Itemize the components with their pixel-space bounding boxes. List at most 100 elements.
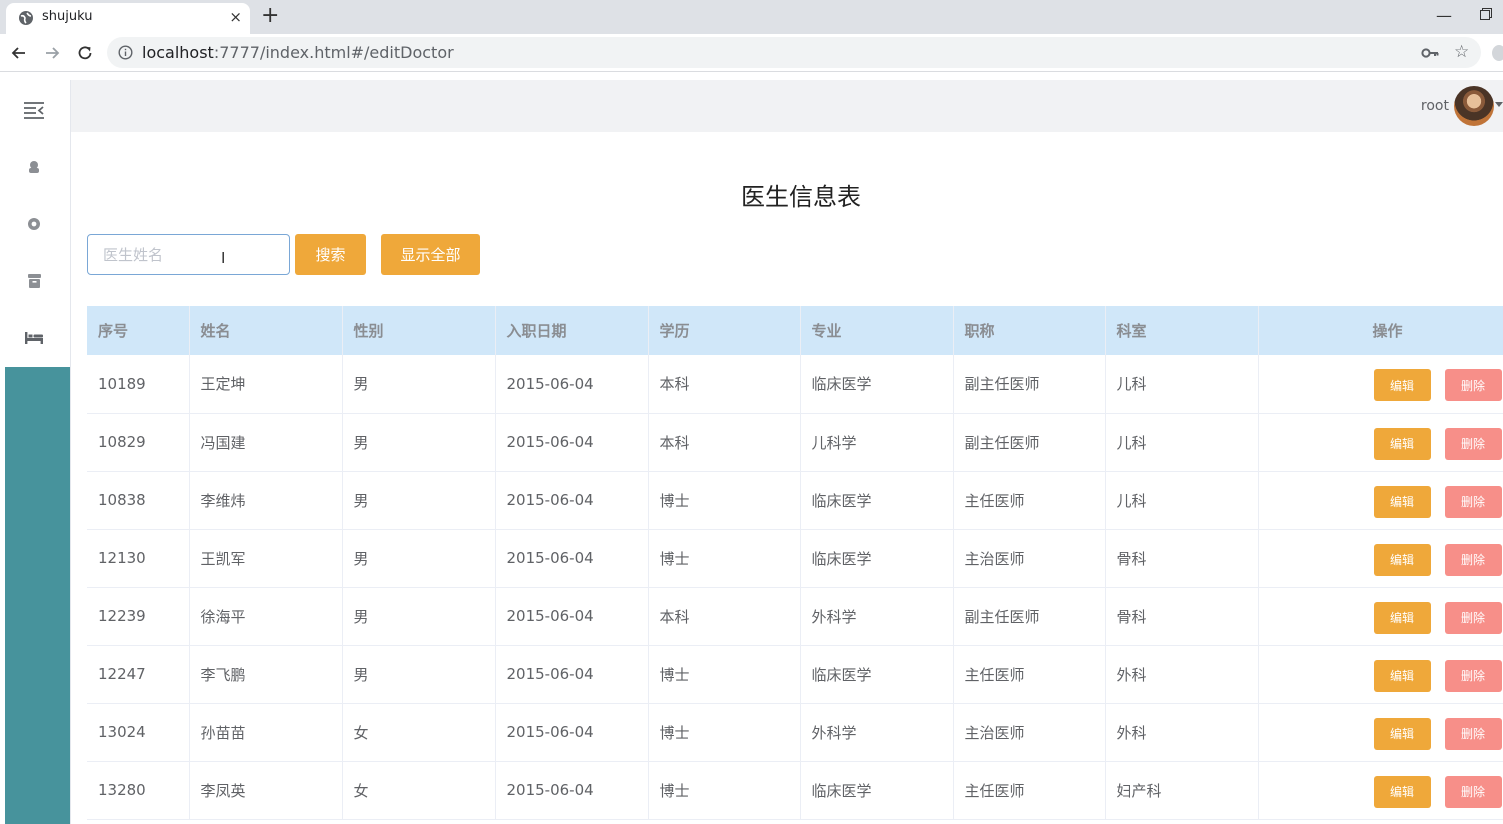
cell-major: 临床医学 <box>800 761 954 820</box>
cell-department: 外科 <box>1105 645 1259 704</box>
cell-name: 李凤英 <box>189 761 343 820</box>
user-name[interactable]: root <box>1421 98 1449 114</box>
bookmark-star-icon[interactable]: ☆ <box>1454 42 1469 62</box>
delete-button[interactable]: 删除 <box>1444 543 1502 576</box>
table-row: 13280 李凤英女 2015-06-04 博士 临床医学 主任医师 妇产科 编辑 删除 <box>87 761 1503 820</box>
cell-operations: 编辑 删除 <box>1258 413 1503 472</box>
cell-title: 副主任医师 <box>953 413 1106 472</box>
cell-hire-date: 2015-06-04 <box>495 587 649 646</box>
cell-department: 儿科 <box>1105 413 1259 472</box>
delete-button[interactable]: 删除 <box>1444 485 1502 518</box>
window-minimize-button[interactable]: — <box>1436 6 1452 25</box>
text-cursor-icon: I <box>221 249 226 267</box>
edit-button[interactable]: 编辑 <box>1373 659 1431 692</box>
menu-collapse-icon[interactable] <box>22 98 46 122</box>
key-icon[interactable] <box>1421 45 1439 61</box>
chevron-down-icon[interactable] <box>1495 102 1503 107</box>
cell-major: 临床医学 <box>800 471 954 530</box>
cell-id: 12130 <box>87 529 190 588</box>
cell-education: 博士 <box>648 645 801 704</box>
delete-button[interactable]: 删除 <box>1444 659 1502 692</box>
cell-title: 主治医师 <box>953 703 1106 762</box>
column-header-operations: 操作 <box>1258 306 1503 355</box>
cell-operations: 编辑 删除 <box>1258 355 1503 414</box>
cell-department: 儿科 <box>1105 471 1259 530</box>
sidebar-item-records[interactable] <box>22 269 46 293</box>
back-arrow-icon[interactable] <box>9 43 29 63</box>
tab-close-icon[interactable]: × <box>229 8 242 26</box>
forward-arrow-icon[interactable] <box>42 43 62 63</box>
delete-button[interactable]: 删除 <box>1444 775 1502 808</box>
sidebar-item-beds[interactable] <box>22 326 46 350</box>
cell-major: 外科学 <box>800 703 954 762</box>
edit-button[interactable]: 编辑 <box>1373 601 1431 634</box>
info-icon[interactable] <box>118 45 133 60</box>
cell-id: 12239 <box>87 587 190 646</box>
edit-button[interactable]: 编辑 <box>1373 717 1431 750</box>
cell-title: 主任医师 <box>953 471 1106 530</box>
user-icon <box>29 161 39 173</box>
url-text[interactable]: localhost:7777/index.html#/editDoctor <box>142 43 454 62</box>
cell-operations: 编辑 删除 <box>1258 529 1503 588</box>
edit-button[interactable]: 编辑 <box>1373 369 1431 401</box>
column-header-department: 科室 <box>1105 306 1259 355</box>
cell-id: 10829 <box>87 413 190 472</box>
delete-button[interactable]: 删除 <box>1444 717 1502 750</box>
sidebar-item-doctor[interactable] <box>22 155 46 179</box>
table-row: 10189 王定坤男 2015-06-04 本科 临床医学 副主任医师 儿科 编辑 删除 <box>87 355 1503 414</box>
url-host: localhost <box>142 43 214 62</box>
app-header: root <box>71 80 1503 132</box>
show-all-button[interactable]: 显示全部 <box>381 234 480 275</box>
cell-name: 徐海平 <box>189 587 343 646</box>
cell-id: 10189 <box>87 355 190 414</box>
column-header-name: 姓名 <box>189 306 343 355</box>
column-header-hire-date: 入职日期 <box>495 306 649 355</box>
cell-gender: 男 <box>342 413 496 472</box>
cell-education: 本科 <box>648 413 801 472</box>
table-row: 12130 王凯军男 2015-06-04 博士 临床医学 主治医师 骨科 编辑 删除 <box>87 529 1503 588</box>
new-tab-button[interactable]: + <box>261 4 279 28</box>
address-bar[interactable]: localhost:7777/index.html#/editDoctor ☆ <box>107 37 1481 68</box>
delete-button[interactable]: 删除 <box>1444 601 1502 634</box>
sidebar-item-department[interactable] <box>22 212 46 236</box>
cell-gender: 男 <box>342 529 496 588</box>
cell-name: 王凯军 <box>189 529 343 588</box>
cell-gender: 女 <box>342 703 496 762</box>
cell-hire-date: 2015-06-04 <box>495 471 649 530</box>
edit-button[interactable]: 编辑 <box>1373 485 1431 518</box>
edit-button[interactable]: 编辑 <box>1373 543 1431 576</box>
cell-operations: 编辑 删除 <box>1258 761 1503 820</box>
search-button[interactable]: 搜索 <box>295 234 366 275</box>
cell-operations: 编辑 删除 <box>1258 471 1503 530</box>
cell-gender: 男 <box>342 645 496 704</box>
column-header-education: 学历 <box>648 306 801 355</box>
delete-button[interactable]: 删除 <box>1444 369 1502 401</box>
cell-education: 博士 <box>648 529 801 588</box>
edit-button[interactable]: 编辑 <box>1373 427 1431 460</box>
profile-icon[interactable] <box>1492 45 1503 61</box>
cell-department: 骨科 <box>1105 587 1259 646</box>
doctor-name-search-input[interactable] <box>87 234 290 275</box>
cell-id: 12247 <box>87 645 190 704</box>
archive-icon <box>27 274 41 288</box>
cell-major: 临床医学 <box>800 529 954 588</box>
globe-icon <box>19 11 33 25</box>
table-row: 12239 徐海平男 2015-06-04 本科 外科学 副主任医师 骨科 编辑 删除 <box>87 587 1503 646</box>
window-restore-button[interactable] <box>1480 8 1492 20</box>
browser-tab[interactable]: shujuku × <box>6 3 250 34</box>
browser-toolbar: localhost:7777/index.html#/editDoctor ☆ <box>0 34 1503 72</box>
reload-icon[interactable] <box>75 43 95 63</box>
edit-button[interactable]: 编辑 <box>1373 775 1431 808</box>
cell-education: 博士 <box>648 703 801 762</box>
cell-major: 临床医学 <box>800 355 954 414</box>
cell-major: 外科学 <box>800 587 954 646</box>
delete-button[interactable]: 删除 <box>1444 427 1502 460</box>
column-header-major: 专业 <box>800 306 954 355</box>
sidebar-active-item[interactable] <box>5 367 70 824</box>
column-header-gender: 性别 <box>342 306 496 355</box>
cell-department: 儿科 <box>1105 355 1259 414</box>
avatar[interactable] <box>1454 86 1494 126</box>
doctor-table: 序号 姓名 性别 入职日期 学历 专业 职称 科室 操作 10189 王定坤男 2015-06-04… <box>87 306 1503 820</box>
bed-icon <box>25 332 43 344</box>
cell-name: 李维炜 <box>189 471 343 530</box>
